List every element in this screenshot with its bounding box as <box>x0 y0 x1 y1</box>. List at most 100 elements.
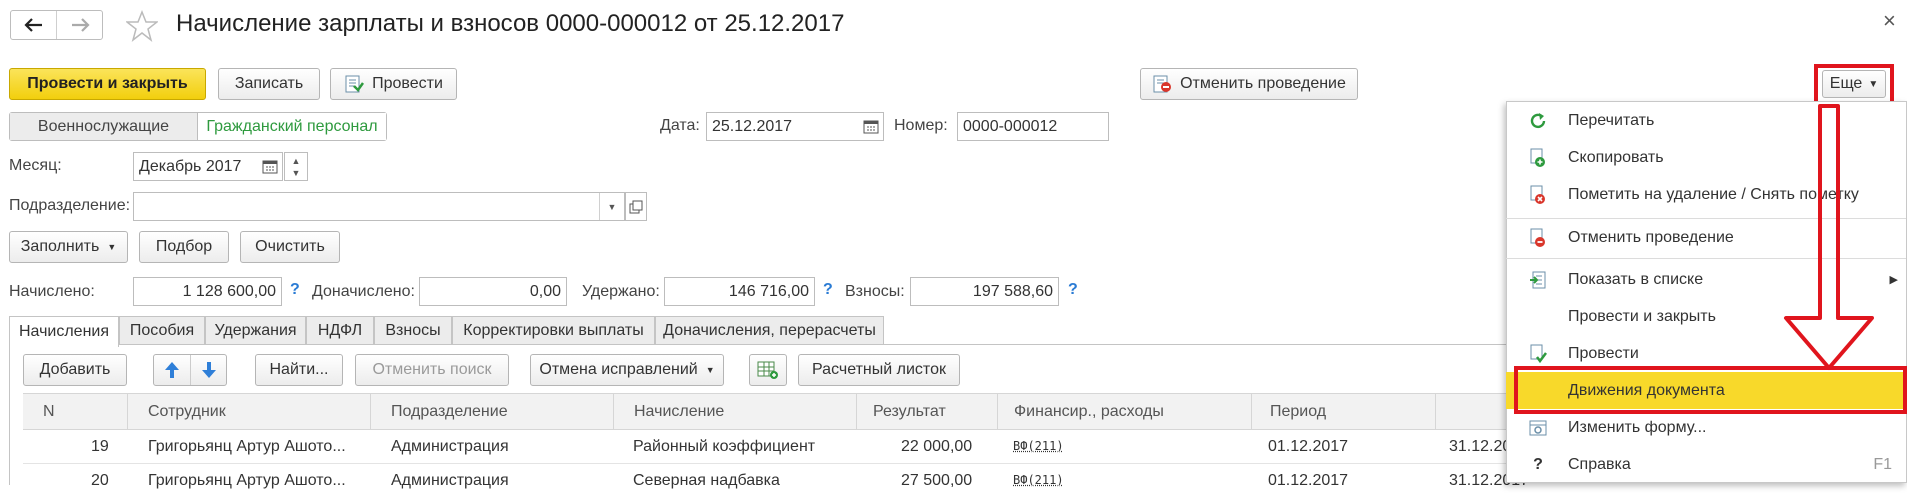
col-employee[interactable]: Сотрудник <box>128 394 371 430</box>
fill-button[interactable]: Заполнить ▼ <box>9 231 128 263</box>
chevron-down-icon: ▼ <box>705 365 715 375</box>
withheld-help-icon[interactable]: ? <box>823 281 833 299</box>
show-in-list-icon <box>1524 271 1552 289</box>
date-value: 25.12.2017 <box>712 117 793 135</box>
menu-item-label: Показать в списке <box>1568 270 1704 288</box>
date-label: Дата: <box>660 117 700 134</box>
category-military[interactable]: Военнослужащие <box>10 113 198 140</box>
grid-add-icon <box>757 361 778 379</box>
arrow-right-icon <box>71 18 90 32</box>
col-financing[interactable]: Финансир., расходы <box>998 394 1252 430</box>
post-and-close-button[interactable]: Провести и закрыть <box>9 68 206 100</box>
month-stepper[interactable]: ▲ ▼ <box>284 152 308 181</box>
category-civil[interactable]: Гражданский персонал <box>198 113 386 140</box>
copy-icon <box>1524 148 1552 168</box>
move-up-button[interactable] <box>154 355 191 385</box>
contributions-help-icon[interactable]: ? <box>1068 281 1078 299</box>
menu-item-label: Провести и закрыть <box>1568 307 1716 325</box>
dropdown-arrow-icon[interactable]: ▼ <box>599 193 624 220</box>
cancel-fixes-label: Отмена исправлений <box>539 361 698 378</box>
post-button[interactable]: Провести <box>330 68 457 100</box>
forward-button[interactable] <box>57 11 102 39</box>
tab-benefits[interactable]: Пособия <box>119 316 205 345</box>
move-buttons <box>153 354 227 386</box>
arrow-down-icon <box>201 362 216 378</box>
post-icon <box>345 75 365 93</box>
page-title: Начисление зарплаты и взносов 0000-00001… <box>176 10 845 37</box>
chevron-down-icon[interactable]: ▼ <box>292 167 301 179</box>
add-row-button[interactable]: Добавить <box>23 354 127 386</box>
payslip-button[interactable]: Расчетный листок <box>798 354 960 386</box>
menu-item-label: Провести <box>1568 344 1639 362</box>
menu-item-shortcut: F1 <box>1873 455 1892 473</box>
table-row[interactable]: 20 Григорьянц Артур Ашото... Администрац… <box>23 464 1529 498</box>
cell-financing[interactable]: ВФ(211) <box>1013 439 1064 453</box>
menu-item-help[interactable]: ? Справка F1 <box>1506 446 1906 483</box>
favorite-star-icon[interactable] <box>124 9 160 47</box>
col-accrual[interactable]: Начисление <box>614 394 857 430</box>
withheld-label: Удержано: <box>582 283 660 300</box>
col-number[interactable]: N <box>23 394 128 430</box>
menu-item-label: Справка <box>1568 455 1631 473</box>
accrued-label: Начислено: <box>9 283 95 300</box>
contributions-field: 197 588,60 <box>910 277 1059 306</box>
accrued-help-icon[interactable]: ? <box>290 281 300 299</box>
col-period[interactable]: Период <box>1252 394 1436 430</box>
col-department[interactable]: Подразделение <box>371 394 614 430</box>
contributions-label: Взносы: <box>845 283 905 300</box>
tab-ndfl[interactable]: НДФЛ <box>306 316 374 345</box>
menu-item-label: Изменить форму... <box>1568 418 1707 436</box>
cancel-fixes-button[interactable]: Отмена исправлений ▼ <box>530 354 724 386</box>
number-field[interactable]: 0000-000012 <box>957 112 1109 141</box>
cancel-posting-button[interactable]: Отменить проведение <box>1140 68 1358 100</box>
chevron-up-icon[interactable]: ▲ <box>292 155 301 167</box>
cell-department: Администрация <box>391 472 509 489</box>
cancel-search-button[interactable]: Отменить поиск <box>355 354 509 386</box>
pick-button[interactable]: Подбор <box>139 231 229 263</box>
department-field[interactable]: ▼ <box>133 192 625 221</box>
tab-deductions[interactable]: Удержания <box>205 316 306 345</box>
calendar-icon[interactable] <box>863 118 879 139</box>
cell-accrual: Северная надбавка <box>633 472 780 489</box>
col-period-end[interactable] <box>1436 394 1509 430</box>
table-row[interactable]: 19 Григорьянц Артур Ашото... Администрац… <box>23 430 1529 464</box>
find-button[interactable]: Найти... <box>255 354 343 386</box>
close-icon[interactable]: × <box>1883 8 1896 34</box>
save-button[interactable]: Записать <box>218 68 320 100</box>
department-label: Подразделение: <box>9 197 131 214</box>
cancel-posting-label: Отменить проведение <box>1180 75 1346 92</box>
accrued-field: 1 128 600,00 <box>133 277 282 306</box>
table-settings-button[interactable] <box>749 354 787 386</box>
category-switch: Военнослужащие Гражданский персонал <box>9 112 387 141</box>
tab-accruals[interactable]: Начисления <box>9 316 119 347</box>
cell-financing[interactable]: ВФ(211) <box>1013 473 1064 487</box>
menu-item-label: Перечитать <box>1568 111 1655 129</box>
cell-period: 01.12.2017 <box>1268 438 1349 455</box>
month-field[interactable]: Декабрь 2017 <box>133 152 283 181</box>
fill-button-label: Заполнить <box>20 238 100 255</box>
calendar-icon[interactable] <box>262 158 278 179</box>
date-field[interactable]: 25.12.2017 <box>706 112 884 141</box>
tab-payment-corrections[interactable]: Корректировки выплаты <box>452 316 655 345</box>
clear-button[interactable]: Очистить <box>240 231 340 263</box>
move-down-button[interactable] <box>191 355 226 385</box>
cell-result: 27 500,00 <box>901 472 973 489</box>
menu-item-change-form[interactable]: Изменить форму... <box>1506 409 1906 446</box>
menu-item-label: Отменить проведение <box>1568 228 1734 246</box>
cancel-post-icon <box>1153 75 1172 93</box>
tab-contributions[interactable]: Взносы <box>374 316 452 345</box>
arrow-up-icon <box>165 362 179 378</box>
col-result[interactable]: Результат <box>857 394 998 430</box>
form-settings-icon <box>1524 419 1552 437</box>
cell-employee: Григорьянц Артур Ашото... <box>148 438 346 455</box>
refresh-icon <box>1524 112 1552 130</box>
cancel-post-icon <box>1524 228 1552 248</box>
cell-result: 22 000,00 <box>901 438 973 455</box>
tab-recalculations[interactable]: Доначисления, перерасчеты <box>655 316 884 345</box>
back-button[interactable] <box>11 11 57 39</box>
chevron-down-icon: ▼ <box>107 242 117 252</box>
open-department-button[interactable] <box>625 192 647 221</box>
extra-accrued-label: Доначислено: <box>312 283 415 300</box>
cell-number: 20 <box>91 472 109 489</box>
post-button-label: Провести <box>372 75 443 92</box>
